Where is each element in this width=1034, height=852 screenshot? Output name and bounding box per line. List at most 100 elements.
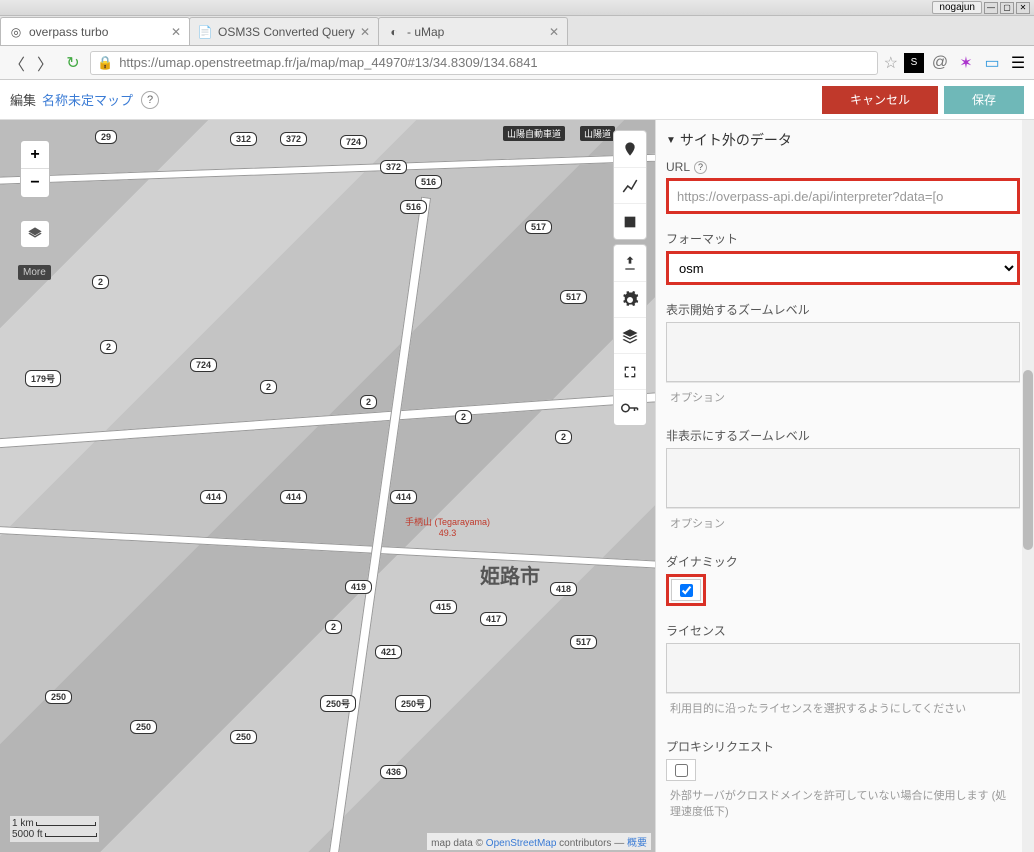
route-shield: 421 [375, 645, 402, 659]
close-icon[interactable]: ✕ [360, 25, 370, 39]
zoom-show-label: 表示開始するズームレベル [666, 301, 1020, 318]
map-name-link[interactable]: 名称未定マップ [42, 90, 133, 109]
tab-osm3s[interactable]: 📄 OSM3S Converted Query ✕ [189, 17, 379, 45]
option-hint: オプション [666, 508, 1020, 537]
settings-tool[interactable] [614, 281, 646, 317]
zoom-in-button[interactable]: + [21, 141, 49, 169]
import-tool[interactable] [614, 245, 646, 281]
ext-icon-4[interactable]: ▭ [982, 53, 1002, 73]
help-icon[interactable]: ? [141, 91, 159, 109]
proxy-label: プロキシリクエスト [666, 738, 1020, 755]
doc-icon: 📄 [198, 25, 212, 39]
app-header: 編集 名称未定マップ ? キャンセル 保存 [0, 80, 1034, 120]
star-icon[interactable]: ☆ [884, 53, 898, 73]
route-shield: 250 [230, 730, 257, 744]
route-shield: 517 [570, 635, 597, 649]
highway-label: 山陽自動車道 [503, 126, 565, 141]
dynamic-checkbox[interactable] [671, 579, 701, 601]
route-shield: 250号 [320, 695, 356, 712]
cancel-button[interactable]: キャンセル [822, 86, 938, 114]
route-shield: 516 [400, 200, 427, 214]
panel-scrollbar[interactable] [1022, 120, 1034, 852]
proxy-checkbox[interactable] [666, 759, 696, 781]
minimize-button[interactable]: — [984, 2, 998, 14]
poi-label: 手柄山 (Tegarayama)49.3 [405, 515, 490, 538]
route-shield: 419 [345, 580, 372, 594]
edit-label: 編集 [10, 90, 36, 109]
forward-button[interactable]: 〉 [34, 52, 56, 74]
url-text: https://umap.openstreetmap.fr/ja/map/map… [119, 55, 537, 70]
scale-control: 1 km 5000 ft [10, 816, 99, 842]
route-shield: 2 [555, 430, 572, 444]
highway-label: 山陽道 [580, 126, 615, 141]
map-tiles [0, 120, 655, 852]
reload-button[interactable]: ↻ [62, 52, 84, 74]
map-canvas[interactable]: 山陽自動車道 山陽道 姫路市 手柄山 (Tegarayama)49.3 29 3… [0, 120, 656, 852]
back-button[interactable]: 〈 [6, 52, 28, 74]
globe-icon: ◐ [387, 25, 401, 39]
browser-tabbar: ◎ overpass turbo ✕ 📄 OSM3S Converted Que… [0, 16, 1034, 46]
route-shield: 516 [415, 175, 442, 189]
attribution: map data © OpenStreetMap contributors — … [427, 833, 651, 850]
license-input[interactable] [666, 643, 1020, 693]
ext-icon-1[interactable]: S [904, 53, 924, 73]
tab-umap[interactable]: ◐ - uMap ✕ [378, 17, 568, 45]
route-shield: 417 [480, 612, 507, 626]
polygon-tool[interactable] [614, 203, 646, 239]
city-label: 姫路市 [480, 560, 540, 589]
layers-icon [27, 226, 43, 242]
url-input[interactable]: 🔒 https://umap.openstreetmap.fr/ja/map/m… [90, 51, 878, 75]
ext-icon-2[interactable]: @ [930, 53, 950, 73]
target-icon: ◎ [9, 25, 23, 39]
close-icon[interactable]: ✕ [171, 25, 181, 39]
route-shield: 418 [550, 582, 577, 596]
route-shield: 179号 [25, 370, 61, 387]
dynamic-label: ダイナミック [666, 553, 1020, 570]
route-shield: 250 [45, 690, 72, 704]
panel-title[interactable]: ▼ サイト外のデータ [666, 130, 1020, 150]
line-tool[interactable] [614, 167, 646, 203]
more-button[interactable]: More [18, 265, 51, 280]
zoom-show-input[interactable] [666, 322, 1020, 382]
route-shield: 29 [95, 130, 117, 144]
option-hint: オプション [666, 382, 1020, 411]
zoom-hide-input[interactable] [666, 448, 1020, 508]
save-button[interactable]: 保存 [944, 86, 1024, 114]
layers-button[interactable] [20, 220, 50, 248]
route-shield: 312 [230, 132, 257, 146]
address-bar: 〈 〉 ↻ 🔒 https://umap.openstreetmap.fr/ja… [0, 46, 1034, 80]
user-badge: nogajun [932, 1, 982, 14]
route-shield: 517 [525, 220, 552, 234]
bounds-tool[interactable] [614, 353, 646, 389]
zoom-out-button[interactable]: − [21, 169, 49, 197]
about-link[interactable]: 概要 [627, 838, 647, 849]
license-hint: 利用目的に沿ったライセンスを選択するようにしてください [666, 693, 1020, 722]
close-icon[interactable]: ✕ [549, 25, 559, 39]
marker-tool[interactable] [614, 131, 646, 167]
edit-toolbar [613, 130, 647, 426]
tilelayers-tool[interactable] [614, 317, 646, 353]
menu-button[interactable]: ☰ [1008, 53, 1028, 73]
scroll-thumb[interactable] [1023, 370, 1033, 550]
route-shield: 250 [130, 720, 157, 734]
route-shield: 2 [325, 620, 342, 634]
format-select[interactable]: osm [669, 254, 1017, 282]
tab-label: - uMap [407, 25, 444, 39]
remote-url-input[interactable] [666, 178, 1020, 214]
route-shield: 2 [455, 410, 472, 424]
close-window-button[interactable]: ✕ [1016, 2, 1030, 14]
route-shield: 2 [100, 340, 117, 354]
permissions-tool[interactable] [614, 389, 646, 425]
route-shield: 372 [380, 160, 407, 174]
route-shield: 436 [380, 765, 407, 779]
zoom-control: + − [20, 140, 50, 198]
help-icon[interactable]: ? [694, 161, 707, 174]
maximize-button[interactable]: ▢ [1000, 2, 1014, 14]
route-shield: 250号 [395, 695, 431, 712]
osm-link[interactable]: OpenStreetMap [486, 838, 557, 849]
ext-icon-3[interactable]: ✶ [956, 53, 976, 73]
route-shield: 414 [390, 490, 417, 504]
format-label: フォーマット [666, 230, 1020, 247]
tab-overpass[interactable]: ◎ overpass turbo ✕ [0, 17, 190, 45]
route-shield: 414 [280, 490, 307, 504]
